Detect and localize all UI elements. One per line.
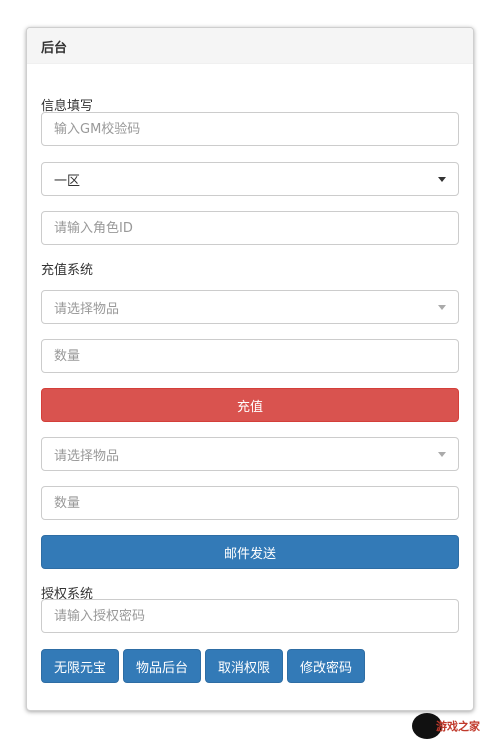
- recharge-section-label: 充值系统: [41, 263, 94, 278]
- send-mail-button[interactable]: 邮件发送: [41, 535, 459, 569]
- watermark-text: 游戏之家: [436, 720, 480, 733]
- chevron-down-icon: [438, 451, 446, 457]
- zone-select[interactable]: 一区: [41, 162, 459, 196]
- mail-quantity-input[interactable]: [41, 486, 459, 520]
- item-backend-button[interactable]: 物品后台: [123, 649, 202, 683]
- role-id-input[interactable]: [41, 211, 459, 245]
- admin-panel: 后台 信息填写 一区 充值系统 请选择物品 充值 请选择物品 邮件发送 授权系统…: [26, 27, 474, 711]
- unlimited-ingot-button[interactable]: 无限元宝: [41, 649, 120, 683]
- gm-code-input[interactable]: [41, 112, 459, 146]
- site-watermark-logo: 游戏之家: [412, 711, 490, 741]
- recharge-quantity-input[interactable]: [41, 339, 459, 373]
- recharge-item-select[interactable]: 请选择物品: [41, 290, 459, 324]
- change-password-button[interactable]: 修改密码: [287, 649, 366, 683]
- recharge-item-select-value: 请选择物品: [54, 301, 120, 317]
- mail-item-select-value: 请选择物品: [54, 448, 120, 464]
- chevron-down-icon: [438, 176, 446, 182]
- auth-button-row: 无限元宝 物品后台 取消权限 修改密码: [41, 649, 366, 683]
- auth-password-input[interactable]: [41, 599, 459, 633]
- revoke-permission-button[interactable]: 取消权限: [205, 649, 284, 683]
- panel-title: 后台: [27, 28, 473, 64]
- recharge-button[interactable]: 充值: [41, 388, 459, 422]
- chevron-down-icon: [438, 304, 446, 310]
- zone-select-value: 一区: [54, 173, 81, 189]
- mail-item-select[interactable]: 请选择物品: [41, 437, 459, 471]
